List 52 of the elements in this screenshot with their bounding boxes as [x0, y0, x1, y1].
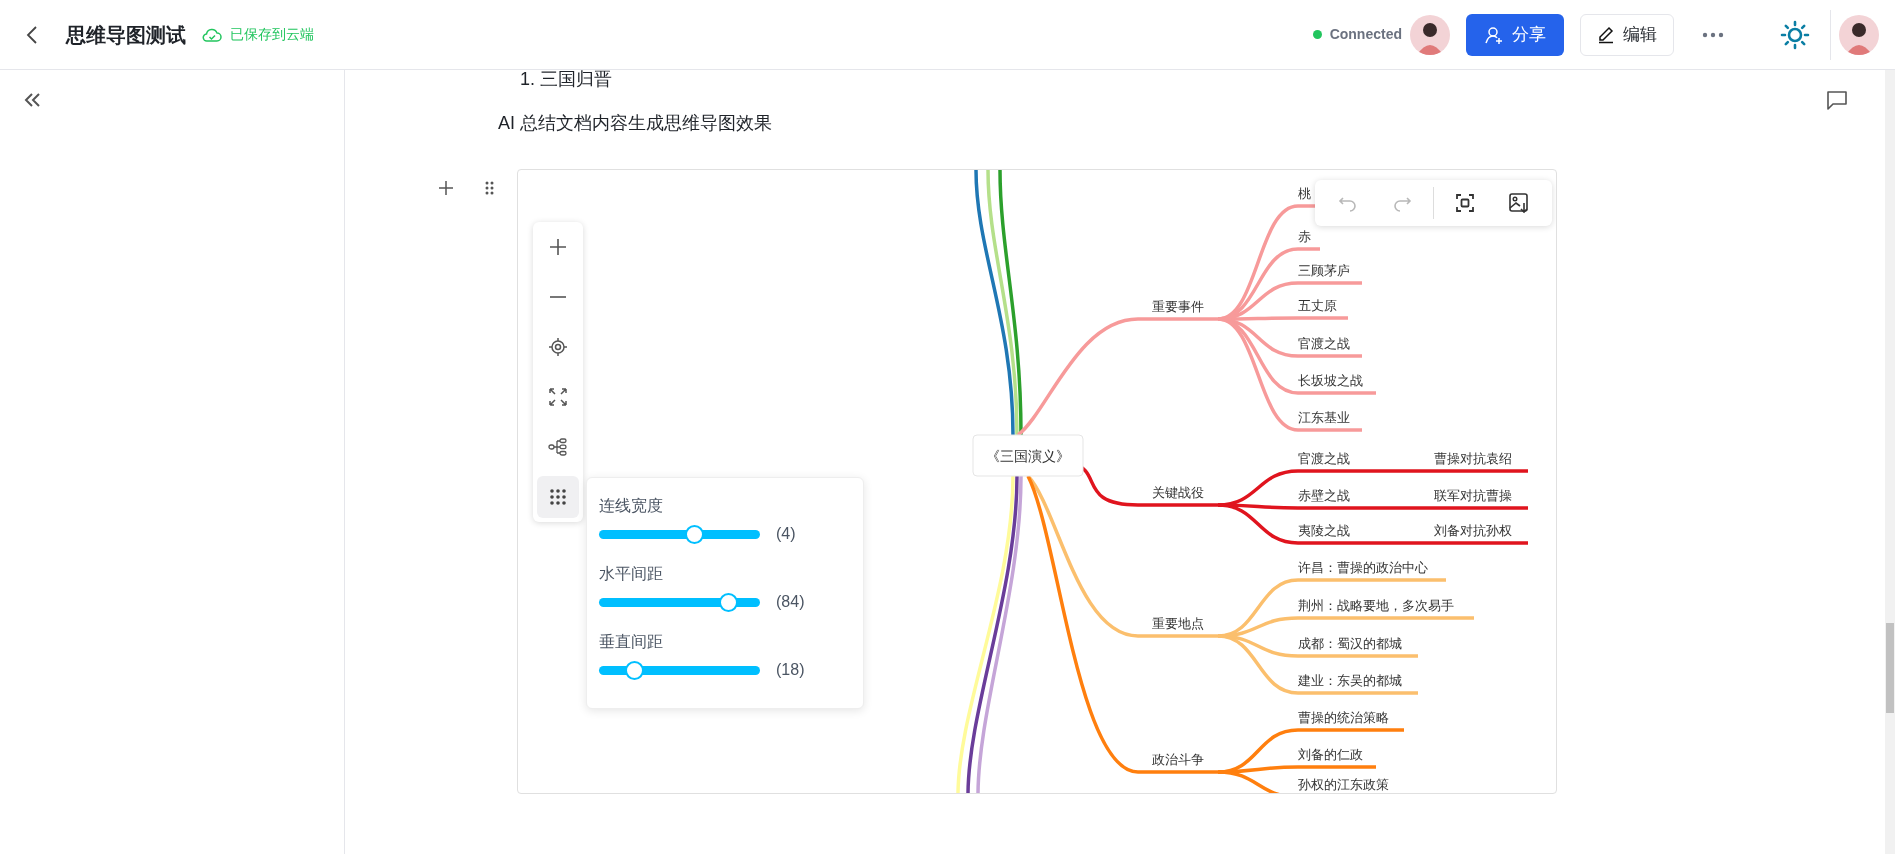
node-label: 刘备对抗孙权 — [1434, 523, 1512, 538]
slider-label: 水平间距 — [599, 564, 664, 584]
slider-value: (4) — [776, 524, 796, 544]
edit-button[interactable]: 编辑 — [1580, 13, 1674, 56]
slider[interactable] — [599, 660, 760, 680]
share-button[interactable]: 分享 — [1466, 13, 1564, 56]
node-label: 官渡之战 — [1298, 451, 1350, 466]
grid-dots-icon[interactable] — [537, 476, 579, 518]
node-label: 曹操的统治策略 — [1298, 710, 1389, 725]
user-avatar[interactable] — [1410, 14, 1450, 55]
node-label: 夷陵之战 — [1298, 523, 1350, 538]
slider[interactable] — [599, 592, 760, 612]
slider-thumb[interactable] — [625, 660, 645, 680]
slider[interactable] — [599, 524, 760, 544]
connection-status: Connected — [1329, 25, 1402, 44]
node-label: 赤壁之战 — [1298, 488, 1350, 503]
node-label: 建业：东吴的都城 — [1298, 673, 1402, 688]
node-label: 桃 — [1298, 186, 1311, 201]
document-title: 思维导图测试 — [66, 22, 186, 48]
node-label: 赤 — [1298, 229, 1311, 244]
node-label: 荆州：战略要地，多次易手 — [1298, 598, 1454, 613]
slider-label: 连线宽度 — [599, 496, 664, 516]
node-label: 曹操对抗袁绍 — [1434, 451, 1512, 466]
slider-thumb[interactable] — [685, 524, 704, 544]
node-label: 政治斗争 — [1152, 752, 1204, 767]
node-label: 五丈原 — [1298, 298, 1337, 313]
node-label: 关键战役 — [1152, 485, 1204, 500]
node-label: 孙权的江东政策 — [1298, 777, 1389, 792]
root-node[interactable]: 《三国演义》 — [972, 434, 1084, 477]
slider-thumb[interactable] — [718, 592, 738, 612]
node-label: 联军对抗曹操 — [1434, 488, 1512, 503]
cloud-check-icon — [202, 26, 222, 43]
add-user-icon — [1484, 24, 1504, 45]
node-label: 重要地点 — [1152, 616, 1204, 631]
node-label: 官渡之战 — [1298, 336, 1350, 351]
node-label: 重要事件 — [1152, 299, 1204, 314]
user-avatar[interactable] — [1839, 14, 1879, 55]
list-item: 1. 三国归晋 — [520, 70, 612, 88]
node-label: 许昌：曹操的政治中心 — [1298, 560, 1428, 575]
node-label: 成都：蜀汉的都城 — [1298, 636, 1402, 651]
slider-value: (84) — [776, 592, 805, 612]
comment-icon[interactable] — [1826, 90, 1848, 110]
node-label: 三顾茅庐 — [1298, 263, 1350, 278]
pencil-icon — [1597, 25, 1615, 44]
node-label: 长坂坡之战 — [1298, 373, 1363, 388]
slider-label: 垂直间距 — [599, 632, 664, 652]
node-label: 江东基业 — [1298, 410, 1350, 425]
slider-value: (18) — [776, 660, 805, 680]
paragraph: AI 总结文档内容生成思维导图效果 — [498, 112, 773, 135]
save-status: 已保存到云端 — [230, 25, 314, 44]
scrollbar[interactable] — [1885, 70, 1895, 854]
node-label: 刘备的仁政 — [1298, 747, 1363, 762]
